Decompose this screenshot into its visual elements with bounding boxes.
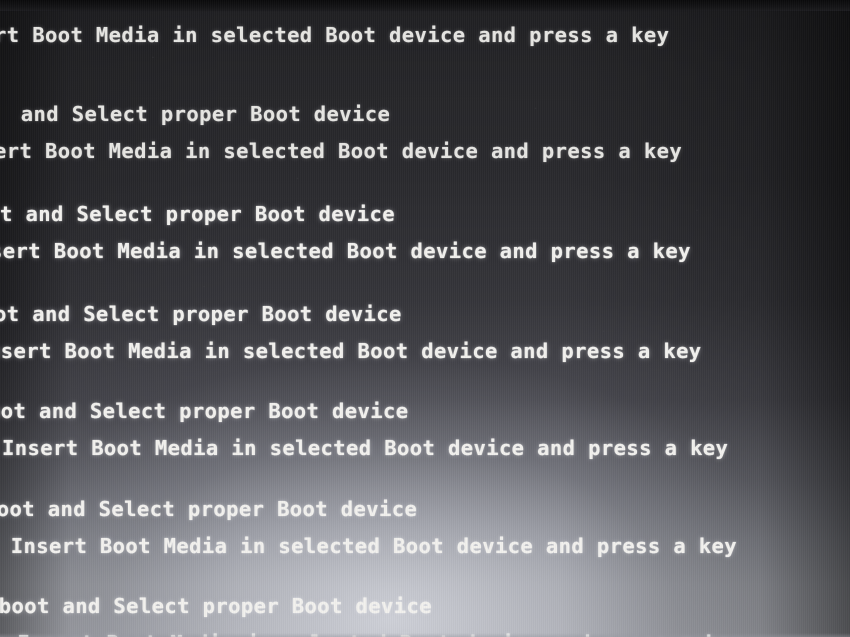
boot-error-message-block: rt Boot Media in selected Boot device an… (0, 0, 669, 54)
monitor-bottom-edge (0, 633, 850, 637)
boot-error-line-2: ert Boot Media in selected Boot device a… (0, 139, 683, 163)
boot-error-line-2: rt Boot Media in selected Boot device an… (0, 23, 670, 47)
boot-error-message-block: and Select proper Boot device ert Boot Me… (0, 96, 682, 170)
boot-error-line-1: and Select proper Boot device (8, 102, 391, 126)
boot-error-line-1: t and Select proper Boot device (0, 202, 396, 226)
boot-error-line-2: Insert Boot Media in selected Boot devic… (0, 534, 738, 558)
boot-error-line-1: eboot and Select proper Boot device (0, 594, 432, 618)
boot-error-message-block: boot and Select proper Boot device Inser… (0, 491, 737, 565)
bios-error-screen: rt Boot Media in selected Boot device an… (0, 0, 850, 637)
boot-error-line-2: sert Boot Media in selected Boot device … (0, 239, 691, 263)
boot-error-message-list: rt Boot Media in selected Boot device an… (0, 0, 850, 637)
boot-error-line-2: nsert Boot Media in selected Boot device… (0, 339, 702, 363)
boot-error-line-2: Insert Boot Media in selected Boot devic… (2, 436, 729, 460)
boot-error-line-1: ot and Select proper Boot device (0, 302, 402, 326)
boot-error-message-block: ot and Select proper Boot device nsert Bo… (0, 296, 702, 370)
boot-error-message-block: t and Select proper Boot device sert Boot… (0, 196, 691, 270)
boot-error-line-1: boot and Select proper Boot device (0, 497, 418, 521)
boot-error-line-1 (0, 0, 669, 17)
boot-error-message-block: oot and Select proper Boot device Insert … (0, 393, 728, 467)
boot-error-message-block: eboot and Select proper Boot devicer Ins… (0, 588, 757, 637)
boot-error-line-1: oot and Select proper Boot device (0, 399, 409, 423)
